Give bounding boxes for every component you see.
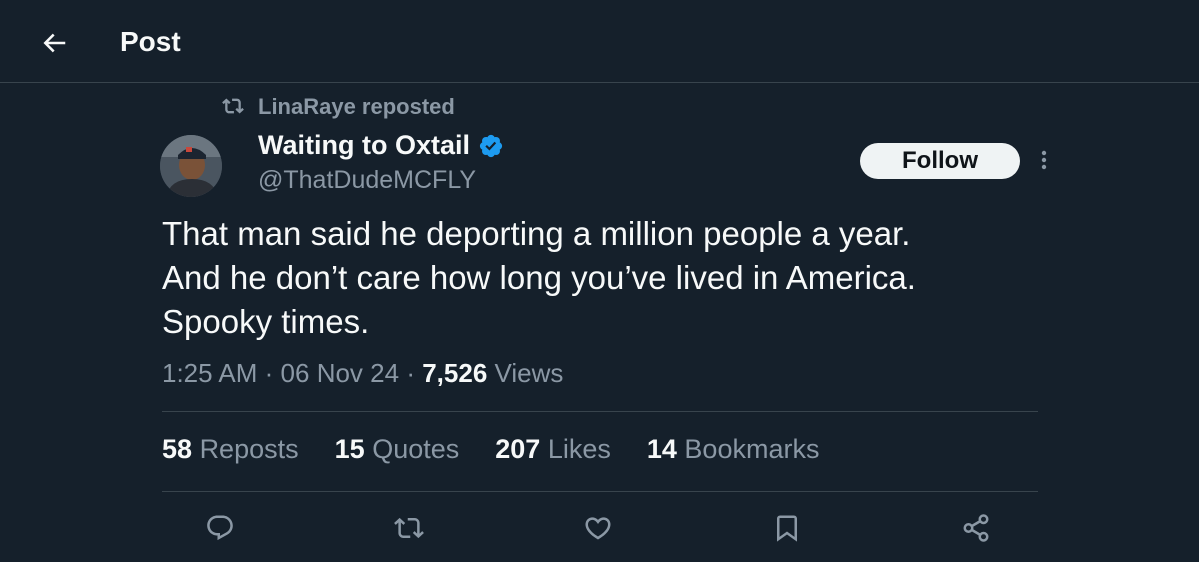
views-count: 7,526 [422, 358, 488, 388]
reposts-label: Reposts [199, 434, 299, 464]
reply-icon [207, 515, 233, 541]
likes-label: Likes [547, 434, 611, 464]
bookmarks-count: 14 [646, 434, 677, 464]
author-handle[interactable]: @ThatDudeMCFLY [258, 166, 476, 195]
like-icon [585, 517, 611, 540]
verified-badge-icon [478, 133, 504, 159]
quotes-stat[interactable]: 15 Quotes [335, 434, 460, 465]
repost-icon [222, 95, 246, 119]
page-title: Post [120, 26, 181, 57]
bookmarks-stat[interactable]: 14 Bookmarks [647, 434, 820, 465]
like-button[interactable] [582, 512, 614, 544]
likes-stat[interactable]: 207 Likes [495, 434, 611, 465]
share-icon [963, 514, 989, 542]
reposts-stat[interactable]: 58 Reposts [162, 434, 299, 465]
bookmark-icon [777, 515, 797, 542]
reply-button[interactable] [204, 512, 236, 544]
avatar[interactable] [160, 135, 222, 197]
tweet-date[interactable]: 06 Nov 24 [281, 358, 400, 388]
back-button[interactable] [36, 25, 72, 61]
repost-text: LinaRaye reposted [258, 94, 455, 119]
likes-count: 207 [495, 434, 541, 464]
tweet-text-line: That man said he deporting a million peo… [162, 215, 911, 252]
views-label: Views [494, 358, 564, 388]
bookmark-button[interactable] [771, 512, 803, 544]
more-options-button[interactable] [1030, 146, 1058, 174]
more-vertical-icon [1041, 150, 1047, 170]
share-button[interactable] [960, 512, 992, 544]
follow-button[interactable]: Follow [860, 143, 1020, 179]
tweet-text: That man said he deporting a million peo… [162, 212, 1062, 344]
tweet-text-line: And he don’t care how long you’ve lived … [162, 259, 916, 296]
divider [162, 411, 1038, 412]
tweet-metadata: 1:25 AM · 06 Nov 24 · 7,526 Views [162, 358, 563, 389]
arrow-left-icon [43, 33, 66, 53]
tweet-time[interactable]: 1:25 AM [162, 358, 257, 388]
meta-separator: · [406, 358, 415, 388]
bookmarks-label: Bookmarks [684, 434, 820, 464]
repost-icon [394, 517, 424, 539]
tweet-text-line: Spooky times. [162, 303, 370, 340]
quotes-label: Quotes [372, 434, 460, 464]
divider [162, 491, 1038, 492]
author-name[interactable]: Waiting to Oxtail [258, 130, 504, 161]
top-bar: Post [0, 0, 1199, 83]
quotes-count: 15 [334, 434, 365, 464]
repost-context[interactable]: LinaRaye reposted [222, 93, 455, 121]
meta-separator: · [264, 358, 274, 388]
engagement-stats: 58 Reposts 15 Quotes 207 Likes 14 Bookma… [162, 434, 855, 465]
repost-button[interactable] [393, 512, 425, 544]
reposts-count: 58 [162, 434, 193, 464]
author-display-name: Waiting to Oxtail [258, 130, 470, 160]
